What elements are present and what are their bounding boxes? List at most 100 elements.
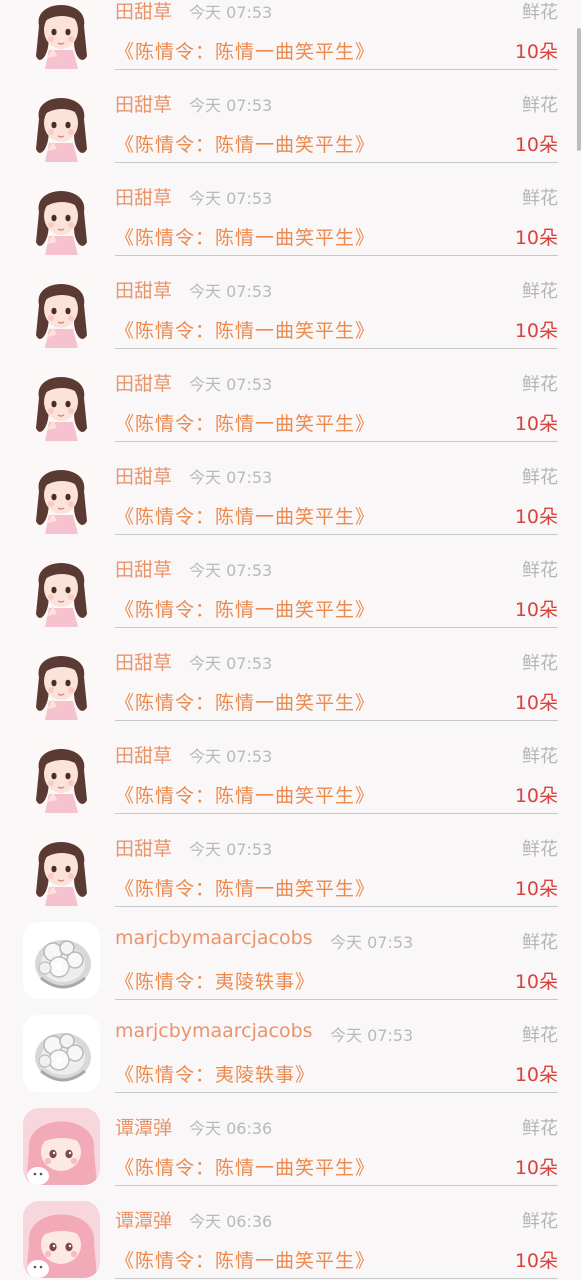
- work-title-link[interactable]: 《陈情令：陈情一曲笑平生》: [115, 688, 375, 715]
- work-title-link[interactable]: 《陈情令：夷陵轶事》: [115, 967, 315, 994]
- girl-dark-hair-avatar[interactable]: [23, 364, 100, 441]
- work-title-link[interactable]: 《陈情令：陈情一曲笑平生》: [115, 595, 375, 622]
- gift-record-row[interactable]: 田甜草 今天 07:53 鲜花 《陈情令：陈情一曲笑平生》 10朵: [0, 0, 581, 70]
- gift-record-row[interactable]: 田甜草 今天 07:53 鲜花《陈情令：陈情一曲笑平生》 10朵: [0, 70, 581, 163]
- gift-count: 10朵: [514, 599, 558, 621]
- gift-type-label: 鲜花: [522, 839, 558, 860]
- gift-count: 10朵: [514, 134, 558, 156]
- timestamp: 今天 07:53: [189, 747, 273, 766]
- gift-count: 10朵: [514, 692, 558, 714]
- work-title-link[interactable]: 《陈情令：陈情一曲笑平生》: [115, 409, 375, 436]
- username[interactable]: marjcbymaarcjacobs: [115, 1020, 313, 1042]
- timestamp: 今天 06:36: [189, 1119, 273, 1138]
- girl-dark-hair-avatar[interactable]: [23, 643, 100, 720]
- gift-record-row[interactable]: 田甜草 今天 07:53 鲜花《陈情令：陈情一曲笑平生》 10朵: [0, 721, 581, 814]
- username[interactable]: 谭潭弹: [115, 1113, 172, 1140]
- timestamp: 今天 07:53: [189, 654, 273, 673]
- silver-ring-avatar[interactable]: [23, 922, 100, 999]
- timestamp: 今天 07:53: [189, 96, 273, 115]
- gift-count: 10朵: [514, 878, 558, 900]
- gift-record-row[interactable]: marjcbymaarcjacobs 今天 07:53 鲜花《陈情令：夷陵轶事》 10…: [0, 1000, 581, 1093]
- gift-type-label: 鲜花: [522, 281, 558, 302]
- pink-girl-avatar[interactable]: [23, 1108, 100, 1185]
- username[interactable]: 田甜草: [115, 555, 172, 582]
- username[interactable]: marjcbymaarcjacobs: [115, 927, 313, 949]
- silver-ring-avatar[interactable]: [23, 1015, 100, 1092]
- work-title-link[interactable]: 《陈情令：陈情一曲笑平生》: [115, 130, 375, 157]
- gift-record-row[interactable]: 田甜草 今天 07:53 鲜花《陈情令：陈情一曲笑平生》 10朵: [0, 163, 581, 256]
- girl-dark-hair-avatar[interactable]: [23, 85, 100, 162]
- gift-type-label: 鲜花: [522, 653, 558, 674]
- gift-record-row[interactable]: 田甜草 今天 07:53 鲜花《陈情令：陈情一曲笑平生》 10朵: [0, 442, 581, 535]
- gift-count: 10朵: [514, 41, 558, 63]
- pink-girl-avatar[interactable]: [23, 1201, 100, 1278]
- gift-type-label: 鲜花: [522, 1025, 558, 1046]
- gift-type-label: 鲜花: [522, 95, 558, 116]
- timestamp: 今天 07:53: [330, 1026, 414, 1045]
- gift-count: 10朵: [514, 1250, 558, 1272]
- work-title-link[interactable]: 《陈情令：陈情一曲笑平生》: [115, 502, 375, 529]
- work-title-link[interactable]: 《陈情令：陈情一曲笑平生》: [115, 37, 375, 64]
- gift-count: 10朵: [514, 1157, 558, 1179]
- work-title-link[interactable]: 《陈情令：陈情一曲笑平生》: [115, 781, 375, 808]
- gift-count: 10朵: [514, 785, 558, 807]
- gift-type-label: 鲜花: [522, 1211, 558, 1232]
- timestamp: 今天 07:53: [189, 840, 273, 859]
- timestamp: 今天 07:53: [189, 282, 273, 301]
- username[interactable]: 田甜草: [115, 90, 172, 117]
- timestamp: 今天 07:53: [189, 375, 273, 394]
- gift-count: 10朵: [514, 227, 558, 249]
- work-title-link[interactable]: 《陈情令：陈情一曲笑平生》: [115, 1153, 375, 1180]
- gift-count: 10朵: [514, 413, 558, 435]
- username[interactable]: 田甜草: [115, 0, 172, 24]
- gift-type-label: 鲜花: [522, 374, 558, 395]
- gift-record-row[interactable]: 田甜草 今天 07:53 鲜花《陈情令：陈情一曲笑平生》 10朵: [0, 349, 581, 442]
- girl-dark-hair-avatar[interactable]: [23, 550, 100, 627]
- username[interactable]: 田甜草: [115, 741, 172, 768]
- gift-count: 10朵: [514, 971, 558, 993]
- row-divider: [115, 1278, 558, 1279]
- gift-record-row[interactable]: 谭潭弹 今天 06:36 鲜花《陈情令：陈情一曲笑平生》 10朵: [0, 1186, 581, 1279]
- work-title-link[interactable]: 《陈情令：夷陵轶事》: [115, 1060, 315, 1087]
- username[interactable]: 田甜草: [115, 183, 172, 210]
- girl-dark-hair-avatar[interactable]: [23, 0, 100, 69]
- gift-record-row[interactable]: 谭潭弹 今天 06:36 鲜花《陈情令：陈情一曲笑平生》 10朵: [0, 1093, 581, 1186]
- gift-type-label: 鲜花: [522, 467, 558, 488]
- timestamp: 今天 07:53: [330, 933, 414, 952]
- username[interactable]: 田甜草: [115, 276, 172, 303]
- gift-type-label: 鲜花: [522, 932, 558, 953]
- gift-type-label: 鲜花: [522, 2, 558, 23]
- gift-type-label: 鲜花: [522, 746, 558, 767]
- gift-record-row[interactable]: marjcbymaarcjacobs 今天 07:53 鲜花《陈情令：夷陵轶事》 10…: [0, 907, 581, 1000]
- gift-type-label: 鲜花: [522, 1118, 558, 1139]
- work-title-link[interactable]: 《陈情令：陈情一曲笑平生》: [115, 316, 375, 343]
- girl-dark-hair-avatar[interactable]: [23, 736, 100, 813]
- girl-dark-hair-avatar[interactable]: [23, 271, 100, 348]
- work-title-link[interactable]: 《陈情令：陈情一曲笑平生》: [115, 223, 375, 250]
- girl-dark-hair-avatar[interactable]: [23, 829, 100, 906]
- gift-record-list[interactable]: 田甜草 今天 07:53 鲜花 《陈情令：陈情一曲笑平生》 10朵 田甜草 今天 07:5…: [0, 0, 581, 1279]
- timestamp: 今天 07:53: [189, 189, 273, 208]
- gift-type-label: 鲜花: [522, 188, 558, 209]
- gift-count: 10朵: [514, 320, 558, 342]
- gift-type-label: 鲜花: [522, 560, 558, 581]
- username[interactable]: 田甜草: [115, 462, 172, 489]
- gift-record-row[interactable]: 田甜草 今天 07:53 鲜花《陈情令：陈情一曲笑平生》 10朵: [0, 628, 581, 721]
- username[interactable]: 田甜草: [115, 834, 172, 861]
- scrollbar[interactable]: [577, 28, 581, 151]
- timestamp: 今天 07:53: [189, 561, 273, 580]
- work-title-link[interactable]: 《陈情令：陈情一曲笑平生》: [115, 1246, 375, 1273]
- timestamp: 今天 07:53: [189, 468, 273, 487]
- gift-count: 10朵: [514, 506, 558, 528]
- timestamp: 今天 06:36: [189, 1212, 273, 1231]
- gift-record-row[interactable]: 田甜草 今天 07:53 鲜花《陈情令：陈情一曲笑平生》 10朵: [0, 535, 581, 628]
- girl-dark-hair-avatar[interactable]: [23, 457, 100, 534]
- gift-count: 10朵: [514, 1064, 558, 1086]
- gift-record-row[interactable]: 田甜草 今天 07:53 鲜花《陈情令：陈情一曲笑平生》 10朵: [0, 256, 581, 349]
- girl-dark-hair-avatar[interactable]: [23, 178, 100, 255]
- username[interactable]: 谭潭弹: [115, 1206, 172, 1233]
- gift-record-row[interactable]: 田甜草 今天 07:53 鲜花《陈情令：陈情一曲笑平生》 10朵: [0, 814, 581, 907]
- username[interactable]: 田甜草: [115, 369, 172, 396]
- work-title-link[interactable]: 《陈情令：陈情一曲笑平生》: [115, 874, 375, 901]
- username[interactable]: 田甜草: [115, 648, 172, 675]
